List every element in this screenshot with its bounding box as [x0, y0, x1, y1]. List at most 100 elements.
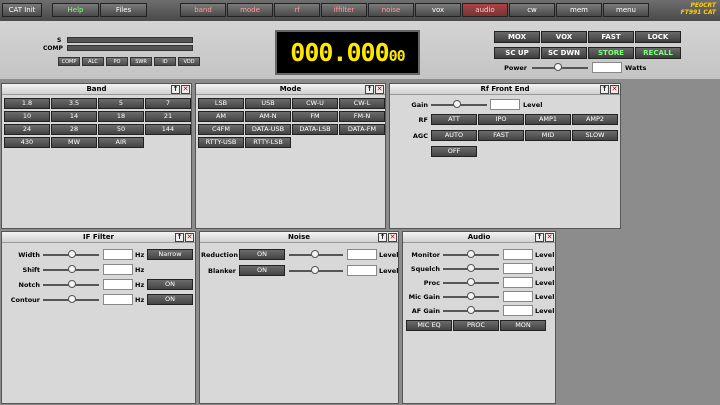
band-mw[interactable]: MW — [51, 137, 97, 148]
notch-input[interactable] — [103, 279, 133, 290]
band-14[interactable]: 14 — [51, 111, 97, 122]
scan-down-button[interactable]: SC DWN — [541, 47, 587, 59]
blanker-input[interactable] — [347, 265, 377, 276]
vox-button[interactable]: vox — [415, 3, 461, 17]
band-10[interactable]: 10 — [4, 111, 50, 122]
mem-button[interactable]: mem — [556, 3, 602, 17]
cat-init-button[interactable]: CAT Init — [2, 3, 42, 17]
arrow-up-icon[interactable]: ↑ — [535, 233, 544, 242]
close-icon[interactable]: ✕ — [388, 233, 397, 242]
mode-rtty-usb[interactable]: RTTY-USB — [198, 137, 244, 148]
agc-off-button[interactable]: OFF — [431, 146, 477, 157]
mode-data-lsb[interactable]: DATA-LSB — [292, 124, 338, 135]
close-icon[interactable]: ✕ — [181, 85, 190, 94]
recall-button[interactable]: RECALL — [635, 47, 681, 59]
agc-mid-button[interactable]: MID — [525, 130, 571, 141]
mode-usb[interactable]: USB — [245, 98, 291, 109]
mode-am[interactable]: AM — [198, 111, 244, 122]
scan-up-button[interactable]: SC UP — [494, 47, 540, 59]
mode-data-fm[interactable]: DATA-FM — [339, 124, 385, 135]
width-input[interactable] — [103, 249, 133, 260]
contour-knob[interactable] — [68, 295, 76, 303]
reduction-on-button[interactable]: ON — [239, 249, 285, 260]
rf-att-button[interactable]: ATT — [431, 114, 477, 125]
mic-gain-knob[interactable] — [467, 292, 475, 300]
meter-swr-button[interactable]: SWR — [130, 57, 152, 66]
iffilter-button[interactable]: iffilter — [321, 3, 367, 17]
width-knob[interactable] — [68, 250, 76, 258]
mox-button[interactable]: MOX — [494, 31, 540, 43]
meter-vdd-button[interactable]: VDD — [178, 57, 200, 66]
mode-cw-u[interactable]: CW-U — [292, 98, 338, 109]
fast-button[interactable]: FAST — [588, 31, 634, 43]
band-7[interactable]: 7 — [145, 98, 191, 109]
band-24[interactable]: 24 — [4, 124, 50, 135]
af-gain-knob[interactable] — [467, 306, 475, 314]
agc-auto-button[interactable]: AUTO — [431, 130, 477, 141]
arrow-up-icon[interactable]: ↑ — [175, 233, 184, 242]
rf-amp1-button[interactable]: AMP1 — [525, 114, 571, 125]
vox-side-button[interactable]: VOX — [541, 31, 587, 43]
mode-cw-l[interactable]: CW-L — [339, 98, 385, 109]
shift-knob[interactable] — [68, 265, 76, 273]
lock-button[interactable]: LOCK — [635, 31, 681, 43]
noise-button[interactable]: noise — [368, 3, 414, 17]
band-28[interactable]: 28 — [51, 124, 97, 135]
rf-gain-knob[interactable] — [453, 100, 461, 108]
squelch-input[interactable] — [503, 263, 533, 274]
arrow-up-icon[interactable]: ↑ — [171, 85, 180, 94]
rf-gain-input[interactable] — [490, 99, 520, 110]
close-icon[interactable]: ✕ — [545, 233, 554, 242]
blanker-knob[interactable] — [311, 266, 319, 274]
menu-button[interactable]: menu — [603, 3, 649, 17]
close-icon[interactable]: ✕ — [185, 233, 194, 242]
mode-rtty-lsb[interactable]: RTTY-LSB — [245, 137, 291, 148]
monitor-knob[interactable] — [467, 250, 475, 258]
rf-button[interactable]: rf — [274, 3, 320, 17]
arrow-up-icon[interactable]: ↑ — [365, 85, 374, 94]
files-button[interactable]: Files — [100, 3, 147, 17]
proc-knob[interactable] — [467, 278, 475, 286]
rf-amp2-button[interactable]: AMP2 — [572, 114, 618, 125]
monitor-input[interactable] — [503, 249, 533, 260]
band-21[interactable]: 21 — [145, 111, 191, 122]
agc-slow-button[interactable]: SLOW — [572, 130, 618, 141]
mode-lsb[interactable]: LSB — [198, 98, 244, 109]
mode-button[interactable]: mode — [227, 3, 273, 17]
arrow-up-icon[interactable]: ↑ — [600, 85, 609, 94]
mode-c4fm[interactable]: C4FM — [198, 124, 244, 135]
help-button[interactable]: Help — [52, 3, 99, 17]
band-button[interactable]: band — [180, 3, 226, 17]
reduction-knob[interactable] — [311, 250, 319, 258]
meter-po-button[interactable]: PO — [106, 57, 128, 66]
notch-on-button[interactable]: ON — [147, 279, 193, 290]
mic-eq-button[interactable]: MIC EQ — [406, 320, 452, 331]
blanker-on-button[interactable]: ON — [239, 265, 285, 276]
agc-fast-button[interactable]: FAST — [478, 130, 524, 141]
narrow-button[interactable]: Narrow — [147, 249, 193, 260]
power-slider-knob[interactable] — [554, 63, 562, 71]
band-5[interactable]: 5 — [98, 98, 144, 109]
meter-comp-button[interactable]: COMP — [58, 57, 80, 66]
mon-button[interactable]: MON — [500, 320, 546, 331]
notch-knob[interactable] — [68, 280, 76, 288]
meter-id-button[interactable]: ID — [154, 57, 176, 66]
contour-input[interactable] — [103, 294, 133, 305]
band-50[interactable]: 50 — [98, 124, 144, 135]
close-icon[interactable]: ✕ — [610, 85, 619, 94]
contour-on-button[interactable]: ON — [147, 294, 193, 305]
close-icon[interactable]: ✕ — [375, 85, 384, 94]
mode-am-n[interactable]: AM-N — [245, 111, 291, 122]
audio-button[interactable]: audio — [462, 3, 508, 17]
band-144[interactable]: 144 — [145, 124, 191, 135]
shift-input[interactable] — [103, 264, 133, 275]
band-18[interactable]: 18 — [98, 111, 144, 122]
arrow-up-icon[interactable]: ↑ — [378, 233, 387, 242]
squelch-knob[interactable] — [467, 264, 475, 272]
meter-alc-button[interactable]: ALC — [82, 57, 104, 66]
store-button[interactable]: STORE — [588, 47, 634, 59]
band-1-8[interactable]: 1.8 — [4, 98, 50, 109]
mode-data-usb[interactable]: DATA-USB — [245, 124, 291, 135]
proc-input[interactable] — [503, 277, 533, 288]
band-air[interactable]: AIR — [98, 137, 144, 148]
